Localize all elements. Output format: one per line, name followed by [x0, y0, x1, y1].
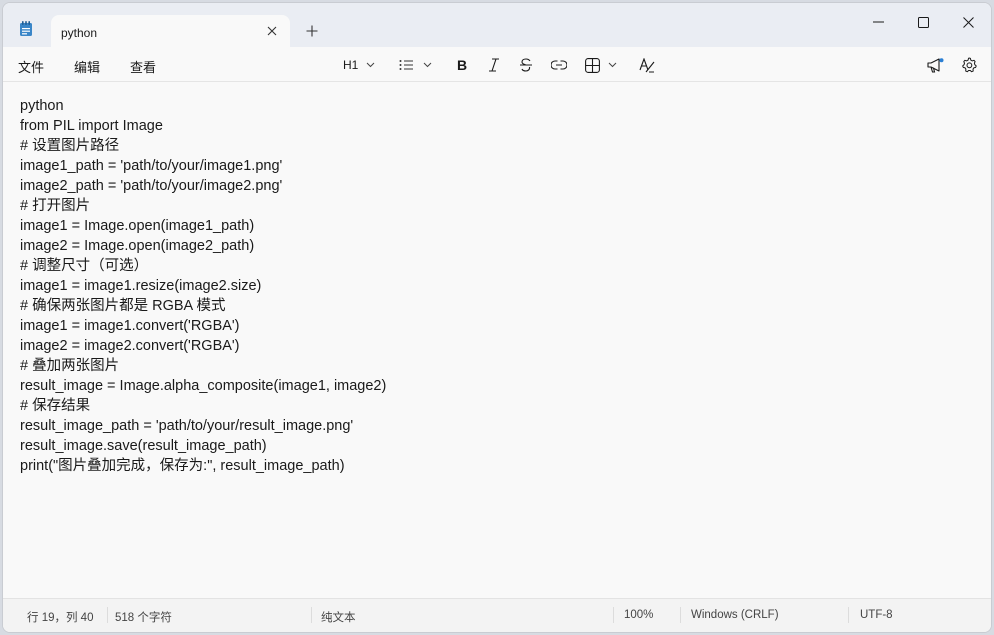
text-line: # 打开图片: [20, 198, 91, 214]
text-line: print("图片叠加完成，保存为:", result_image_path): [20, 458, 345, 474]
menu-view[interactable]: 查看: [130, 57, 156, 76]
cursor-position: 行 19，列 40: [27, 612, 94, 624]
character-count: 518 个字符: [115, 612, 172, 624]
notepad-window: python 文件 编辑 查看 H1 B python from PIL imp…: [2, 2, 992, 633]
encoding[interactable]: UTF-8: [860, 609, 893, 621]
text-line: result_image.save(result_image_path): [20, 438, 267, 454]
clear-formatting-button[interactable]: [639, 55, 655, 75]
text-editor[interactable]: python from PIL import Image # 设置图片路径 im…: [3, 82, 991, 599]
text-line: result_image_path = 'path/to/your/result…: [20, 418, 354, 434]
line-ending[interactable]: Windows (CRLF): [691, 609, 779, 621]
status-divider: [107, 607, 108, 623]
strikethrough-button[interactable]: [519, 55, 533, 75]
status-divider: [680, 607, 681, 623]
text-line: result_image = Image.alpha_composite(ima…: [20, 378, 387, 394]
clear-formatting-icon: [639, 57, 655, 73]
svg-text:B: B: [457, 58, 467, 72]
close-icon[interactable]: [264, 23, 280, 39]
minimize-icon[interactable]: [863, 11, 893, 33]
notepad-app-icon: [19, 21, 33, 37]
italic-icon: [487, 58, 501, 72]
text-line: image2_path = 'path/to/your/image2.png': [20, 178, 283, 194]
gear-icon: [961, 57, 977, 73]
menu-bar: 文件 编辑 查看 H1 B: [3, 47, 991, 82]
text-line: image1 = Image.open(image1_path): [20, 218, 255, 234]
status-bar: 行 19，列 40 518 个字符 纯文本 100% Windows (CRLF…: [3, 598, 991, 632]
text-line: image2 = Image.open(image2_path): [20, 238, 255, 254]
megaphone-icon: [927, 57, 944, 73]
chevron-down-icon: [608, 62, 617, 68]
chevron-down-icon: [423, 62, 432, 68]
status-divider: [613, 607, 614, 623]
status-divider: [311, 607, 312, 623]
text-line: image1_path = 'path/to/your/image1.png': [20, 158, 283, 174]
table-dropdown[interactable]: [585, 55, 617, 75]
table-icon: [585, 57, 600, 73]
text-line: image2 = image2.convert('RGBA'): [20, 338, 240, 354]
zoom-level[interactable]: 100%: [624, 609, 653, 621]
whats-new-button[interactable]: [927, 55, 944, 75]
text-line: image1 = image1.resize(image2.size): [20, 278, 262, 294]
tab-python[interactable]: python: [51, 15, 290, 48]
chevron-down-icon: [366, 62, 375, 68]
text-line: # 调整尺寸（可选）: [20, 258, 149, 274]
menu-edit[interactable]: 编辑: [74, 57, 100, 76]
heading-dropdown[interactable]: H1: [343, 55, 375, 75]
strikethrough-icon: [519, 58, 533, 72]
text-line: from PIL import Image: [20, 118, 163, 134]
bold-icon: B: [455, 58, 469, 72]
plus-icon[interactable]: [303, 22, 321, 40]
menu-file[interactable]: 文件: [18, 57, 44, 76]
settings-button[interactable]: [961, 55, 977, 75]
link-icon: [551, 60, 567, 70]
title-bar: python: [3, 3, 991, 48]
bullet-list-icon: [399, 59, 414, 71]
text-line: python: [20, 98, 64, 114]
heading-label: H1: [343, 58, 359, 72]
text-line: # 确保两张图片都是 RGBA 模式: [20, 298, 226, 314]
maximize-icon[interactable]: [908, 11, 938, 33]
text-line: # 叠加两张图片: [20, 358, 120, 374]
link-button[interactable]: [551, 55, 567, 75]
italic-button[interactable]: [487, 55, 501, 75]
window-close-icon[interactable]: [953, 11, 983, 33]
text-line: # 保存结果: [20, 398, 91, 414]
list-dropdown[interactable]: [399, 55, 432, 75]
tab-title: python: [61, 26, 98, 40]
status-divider: [848, 607, 849, 623]
text-line: image1 = image1.convert('RGBA'): [20, 318, 240, 334]
bold-button[interactable]: B: [455, 55, 469, 75]
text-line: # 设置图片路径: [20, 138, 120, 154]
text-format[interactable]: 纯文本: [321, 609, 356, 625]
